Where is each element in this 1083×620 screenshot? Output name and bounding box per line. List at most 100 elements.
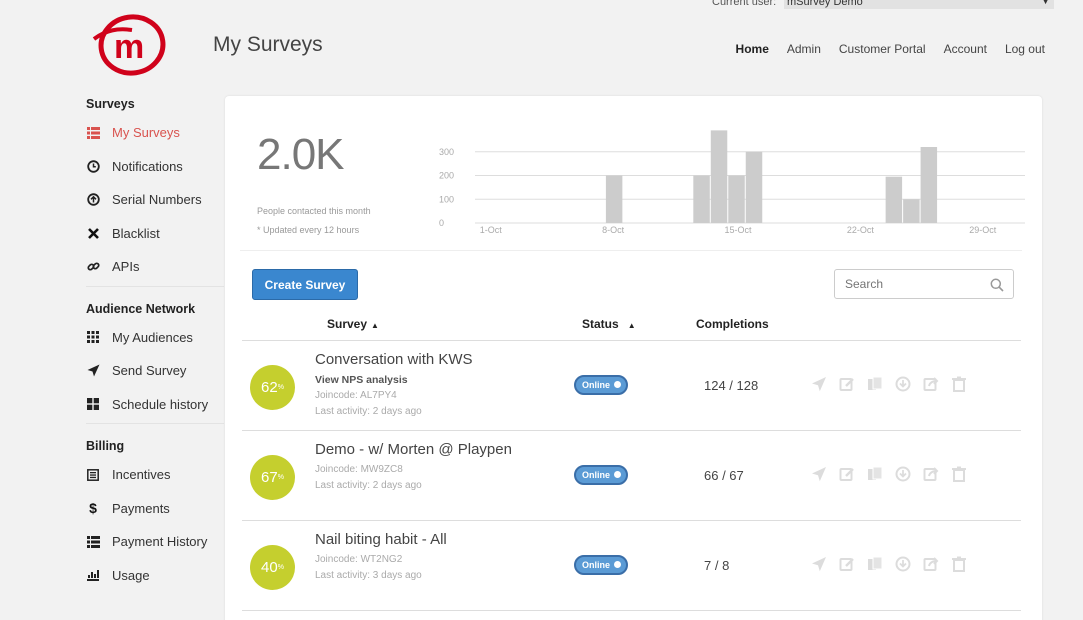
current-user-value: mSurvey Demo — [787, 0, 863, 8]
completions-count: 66 / 67 — [704, 468, 744, 483]
nav-admin[interactable]: Admin — [787, 42, 821, 56]
people-contacted-caption: People contacted this month — [257, 206, 371, 216]
completions-count: 124 / 128 — [704, 378, 759, 393]
chart-y-tick-label: 200 — [439, 171, 454, 181]
survey-name[interactable]: Demo - w/ Morten @ Playpen — [315, 441, 512, 458]
chart-x-tick-label: 22-Oct — [847, 225, 875, 235]
nav-logout[interactable]: Log out — [1005, 42, 1045, 56]
completion-percent-badge: 62% — [250, 365, 295, 410]
share-icon[interactable] — [923, 466, 939, 482]
current-user: Current user: mSurvey Demo ▼ — [712, 0, 1054, 9]
toggle-knob — [614, 561, 621, 568]
download-icon[interactable] — [895, 466, 911, 482]
survey-name[interactable]: Conversation with KWS — [315, 351, 473, 368]
copy-icon[interactable] — [867, 376, 883, 392]
completion-percent-badge: 67% — [250, 455, 295, 500]
sidebar-item-label: Payment History — [112, 534, 208, 550]
edit-icon[interactable] — [839, 466, 855, 482]
nav-customer-portal[interactable]: Customer Portal — [839, 42, 926, 56]
sidebar-item-usage[interactable]: Usage — [86, 559, 224, 593]
download-icon[interactable] — [895, 376, 911, 392]
edit-icon[interactable] — [839, 376, 855, 392]
survey-name[interactable]: Nail biting habit - All — [315, 531, 447, 548]
create-survey-button[interactable]: Create Survey — [252, 269, 358, 300]
search-icon[interactable] — [990, 278, 1004, 292]
table-row: 40% Nail biting habit - All Joincode: WT… — [242, 521, 1021, 611]
sidebar-item-my-audiences[interactable]: My Audiences — [86, 321, 224, 355]
column-header-label: Survey — [327, 317, 368, 331]
sidebar-heading-audience-network: Audience Network — [86, 301, 196, 316]
current-user-label: Current user: — [712, 0, 777, 8]
completion-percent-value: 40 — [261, 559, 278, 576]
chart-bar — [920, 147, 938, 223]
status-toggle[interactable]: Online — [574, 465, 628, 485]
percent-sign: % — [277, 564, 284, 571]
chart-y-tick-label: 100 — [439, 194, 454, 204]
current-user-select[interactable]: mSurvey Demo ▼ — [784, 0, 1054, 9]
column-header-status[interactable]: Status ▲ — [582, 317, 636, 331]
share-icon[interactable] — [923, 556, 939, 572]
survey-last-activity: Last activity: 2 days ago — [315, 406, 422, 417]
trash-icon[interactable] — [951, 466, 967, 482]
share-icon[interactable] — [923, 376, 939, 392]
sidebar-item-send-survey[interactable]: Send Survey — [86, 354, 224, 388]
chart-x-tick-label: 1-Oct — [480, 225, 503, 235]
send-icon[interactable] — [811, 376, 827, 392]
sidebar-item-notifications[interactable]: Notifications — [86, 150, 224, 184]
sort-up-icon: ▲ — [627, 321, 636, 330]
edit-icon[interactable] — [839, 556, 855, 572]
toggle-knob — [614, 471, 621, 478]
status-toggle[interactable]: Online — [574, 555, 628, 575]
sidebar-item-blacklist[interactable]: Blacklist — [86, 217, 224, 251]
sidebar-heading-surveys: Surveys — [86, 97, 135, 111]
status-label: Online — [582, 470, 611, 480]
copy-icon[interactable] — [867, 466, 883, 482]
page-title: My Surveys — [213, 33, 323, 56]
send-icon — [86, 364, 100, 378]
sidebar-item-incentives[interactable]: Incentives — [86, 458, 224, 492]
row-actions — [811, 466, 967, 482]
status-label: Online — [582, 380, 611, 390]
svg-text:m: m — [114, 28, 144, 66]
link-icon — [86, 260, 100, 274]
copy-icon[interactable] — [867, 556, 883, 572]
column-header-label: Completions — [696, 317, 769, 331]
people-contacted-value: 2.0K — [257, 130, 345, 179]
sidebar-item-my-surveys[interactable]: My Surveys — [86, 116, 224, 150]
sidebar-item-serial-numbers[interactable]: Serial Numbers — [86, 183, 224, 217]
view-nps-analysis-link[interactable]: View NPS analysis — [315, 374, 408, 386]
sidebar-item-label: Blacklist — [112, 225, 160, 241]
sidebar-item-apis[interactable]: APIs — [86, 250, 224, 284]
surveys-card: 2.0K People contacted this month * Updat… — [225, 96, 1042, 620]
table-row: 62% Conversation with KWS View NPS analy… — [242, 341, 1021, 431]
sidebar-item-payments[interactable]: $ Payments — [86, 492, 224, 526]
chart-bar — [605, 175, 623, 223]
chart-x-tick-label: 8-Oct — [602, 225, 625, 235]
chevron-down-icon: ▼ — [1041, 0, 1050, 6]
send-icon[interactable] — [811, 556, 827, 572]
sidebar-item-schedule-history[interactable]: Schedule history — [86, 388, 224, 422]
sidebar-item-payment-history[interactable]: Payment History — [86, 525, 224, 559]
sidebar-divider — [86, 423, 224, 424]
sidebar-item-label: Serial Numbers — [112, 192, 202, 208]
survey-joincode: Joincode: WT2NG2 — [315, 554, 403, 565]
chart-y-tick-label: 0 — [439, 218, 444, 228]
percent-sign: % — [277, 384, 284, 391]
column-header-survey[interactable]: Survey ▲ — [327, 317, 379, 331]
nav-home[interactable]: Home — [736, 42, 769, 56]
status-toggle[interactable]: Online — [574, 375, 628, 395]
download-icon[interactable] — [895, 556, 911, 572]
sidebar-item-label: My Surveys — [112, 125, 180, 141]
trash-icon[interactable] — [951, 556, 967, 572]
percent-sign: % — [277, 474, 284, 481]
chart-y-tick-label: 300 — [439, 147, 454, 157]
msurvey-logo[interactable]: m — [92, 12, 168, 78]
list-icon — [86, 535, 100, 549]
trash-icon[interactable] — [951, 376, 967, 392]
column-header-completions: Completions — [696, 317, 769, 331]
nav-account[interactable]: Account — [944, 42, 987, 56]
completions-count: 7 / 8 — [704, 558, 730, 573]
search-input[interactable] — [834, 269, 1014, 299]
send-icon[interactable] — [811, 466, 827, 482]
survey-last-activity: Last activity: 3 days ago — [315, 570, 422, 581]
